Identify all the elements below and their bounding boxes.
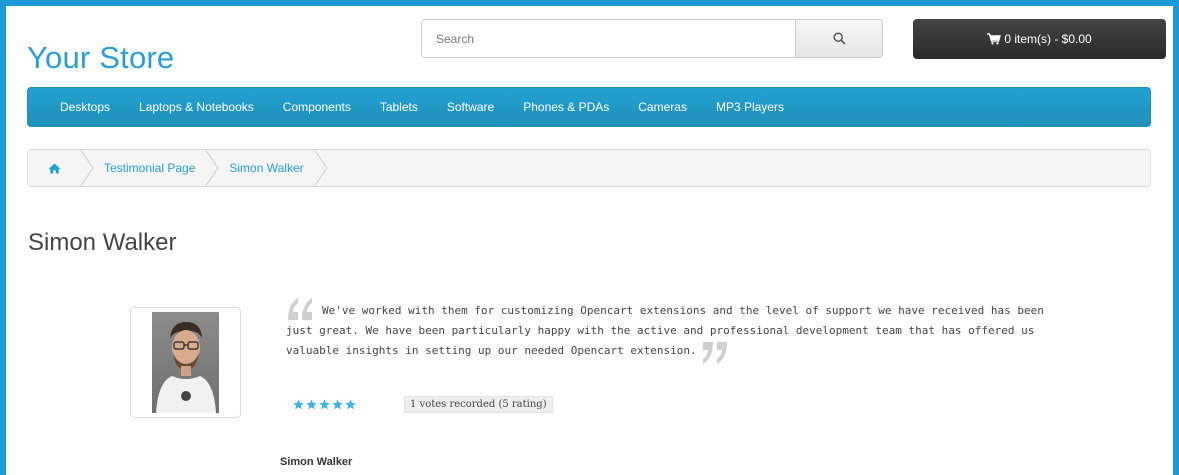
breadcrumb-item-simon-walker[interactable]: Simon Walker [219, 161, 313, 175]
search-button[interactable] [795, 20, 882, 57]
breadcrumb-item-testimonial-page[interactable]: Testimonial Page [94, 161, 205, 175]
main-menu: Desktops Laptops & Notebooks Components … [27, 87, 1151, 127]
menu-item-desktops[interactable]: Desktops [60, 100, 110, 114]
search-icon [832, 32, 846, 45]
menu-item-cameras[interactable]: Cameras [638, 100, 687, 114]
menu-item-laptops-notebooks[interactable]: Laptops & Notebooks [139, 100, 254, 114]
cart-icon [987, 33, 1002, 45]
menu-item-mp3-players[interactable]: MP3 Players [716, 100, 784, 114]
star-icon [332, 399, 343, 410]
cart-button[interactable]: 0 item(s) - $0.00 [913, 19, 1166, 59]
quote-open-icon [288, 298, 312, 320]
breadcrumb-separator [80, 149, 94, 187]
menu-item-software[interactable]: Software [447, 100, 494, 114]
star-rating [293, 399, 356, 410]
person-photo [152, 312, 219, 413]
quote-close-icon [702, 342, 727, 364]
menu-item-components[interactable]: Components [283, 100, 351, 114]
store-logo[interactable]: Your Store [27, 40, 174, 76]
home-icon [48, 163, 60, 173]
star-icon [293, 399, 304, 410]
star-icon [319, 399, 330, 410]
votes-badge: 1 votes recorded (5 rating) [404, 396, 553, 413]
breadcrumb: Testimonial Page Simon Walker [27, 149, 1151, 187]
breadcrumb-home[interactable] [28, 163, 80, 174]
page-title: Simon Walker [28, 229, 177, 256]
star-icon [345, 399, 356, 410]
testimonial-author: Simon Walker [280, 456, 353, 468]
search-bar [421, 19, 883, 58]
testimonial-text: We've worked with them for customizing O… [286, 304, 1044, 357]
menu-item-phones-pdas[interactable]: Phones & PDAs [523, 100, 609, 114]
breadcrumb-separator [205, 149, 219, 187]
menu-item-tablets[interactable]: Tablets [380, 100, 418, 114]
testimonial-quote: We've worked with them for customizing O… [286, 298, 1046, 364]
cart-label: 0 item(s) - $0.00 [1004, 32, 1092, 46]
testimonial-avatar [130, 307, 241, 418]
breadcrumb-separator [313, 149, 328, 187]
search-input[interactable] [422, 20, 795, 57]
star-icon [306, 399, 317, 410]
rating-row: 1 votes recorded (5 rating) [293, 396, 553, 413]
